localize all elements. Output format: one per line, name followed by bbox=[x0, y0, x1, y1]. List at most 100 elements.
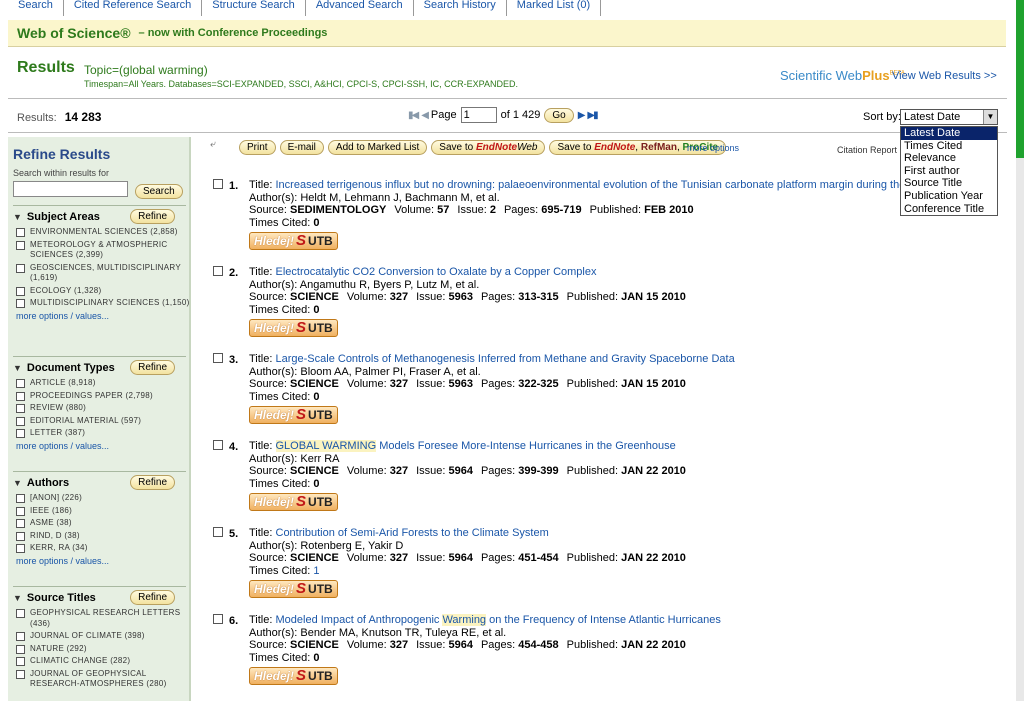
record-checkbox[interactable] bbox=[213, 440, 223, 450]
tab-cited-reference-search[interactable]: Cited Reference Search bbox=[62, 0, 203, 16]
hledej-utb-button[interactable]: Hledej! S UTB bbox=[249, 232, 338, 250]
checkbox[interactable] bbox=[16, 299, 25, 308]
record-volume: 327 bbox=[389, 465, 409, 477]
record-checkbox[interactable] bbox=[213, 527, 223, 537]
add-to-marked-list-button[interactable]: Add to Marked List bbox=[327, 140, 428, 155]
last-page-icon[interactable]: ▶▮ bbox=[587, 110, 598, 121]
hledej-label: Hledej! bbox=[254, 233, 295, 248]
sort-option[interactable]: Latest Date bbox=[901, 127, 997, 140]
hledej-label: Hledej! bbox=[254, 494, 295, 509]
sort-option[interactable]: Relevance bbox=[901, 152, 997, 165]
more-options-link[interactable]: more options bbox=[687, 143, 739, 153]
record-source: SCIENCE bbox=[289, 291, 339, 303]
chevron-down-icon[interactable]: ▼ bbox=[983, 110, 997, 124]
email-button[interactable]: E-mail bbox=[279, 140, 324, 155]
tab-advanced-search[interactable]: Advanced Search bbox=[304, 0, 414, 16]
section-title: Document Types bbox=[26, 361, 115, 374]
checkbox[interactable] bbox=[16, 632, 25, 641]
view-web-results-link[interactable]: View Web Results >> bbox=[892, 70, 997, 82]
record-checkbox[interactable] bbox=[213, 266, 223, 276]
webplus-logo[interactable]: Scientific WebPlusBETA bbox=[780, 68, 905, 83]
save-to-endnote-web-button[interactable]: Save to EndNoteWeb bbox=[431, 140, 546, 155]
checkbox[interactable] bbox=[16, 506, 25, 516]
tab-search-history[interactable]: Search History bbox=[412, 0, 507, 16]
tab-structure-search[interactable]: Structure Search bbox=[201, 0, 306, 16]
citation-report-link[interactable]: Citation Report bbox=[837, 145, 897, 155]
checkbox[interactable] bbox=[16, 240, 25, 250]
item-label: JOURNAL OF GEOPHYSICAL RESEARCH-ATMOSPHE… bbox=[30, 668, 167, 689]
record-times-cited[interactable]: 1 bbox=[313, 565, 319, 577]
sort-option[interactable]: Publication Year bbox=[901, 190, 997, 203]
checkbox[interactable] bbox=[16, 644, 25, 654]
more-options-link[interactable]: more options / values... bbox=[8, 441, 189, 451]
authors-label: Author(s): bbox=[249, 452, 298, 465]
record-number: 1. bbox=[229, 180, 239, 192]
checkbox[interactable] bbox=[16, 379, 25, 388]
record-title-link[interactable]: Modeled Impact of Anthropogenic Warming … bbox=[276, 614, 721, 626]
product-tagline: – now with Conference Proceedings bbox=[138, 27, 328, 39]
record-title-link[interactable]: Electrocatalytic CO2 Conversion to Oxala… bbox=[276, 266, 597, 278]
checkbox[interactable] bbox=[16, 391, 25, 401]
checkbox[interactable] bbox=[16, 519, 25, 528]
hledej-utb-button[interactable]: Hledej! S UTB bbox=[249, 319, 338, 337]
record-checkbox[interactable] bbox=[213, 353, 223, 363]
checkbox[interactable] bbox=[16, 669, 25, 679]
hledej-utb-button[interactable]: Hledej! S UTB bbox=[249, 580, 338, 598]
refine-button[interactable]: Refine bbox=[130, 475, 175, 490]
checkbox[interactable] bbox=[16, 228, 25, 237]
sort-option[interactable]: Times Cited bbox=[901, 140, 997, 153]
title-highlight: Warming bbox=[442, 614, 487, 626]
more-options-link[interactable]: more options / values... bbox=[8, 311, 189, 321]
record-checkbox[interactable] bbox=[213, 179, 223, 189]
record-title-link[interactable]: Contribution of Semi-Arid Forests to the… bbox=[276, 527, 549, 539]
tab-search[interactable]: Search bbox=[8, 0, 64, 16]
checkbox[interactable] bbox=[16, 416, 25, 426]
collapse-triangle-icon[interactable]: ▼ bbox=[13, 593, 22, 603]
first-page-icon[interactable]: ▮◀ bbox=[408, 110, 419, 121]
next-page-icon[interactable]: ▶ bbox=[578, 110, 586, 121]
list-item: ECOLOGY (1,328) bbox=[8, 286, 189, 297]
divider bbox=[13, 356, 186, 357]
record-title-link[interactable]: GLOBAL WARMING Models Foresee More-Inten… bbox=[275, 440, 676, 452]
record-title-link[interactable]: Large-Scale Controls of Methanogenesis I… bbox=[276, 353, 735, 365]
sort-option[interactable]: First author bbox=[901, 165, 997, 178]
published-label: Published: bbox=[566, 552, 619, 564]
checkbox[interactable] bbox=[16, 263, 25, 273]
collapse-triangle-icon[interactable]: ▼ bbox=[13, 478, 22, 488]
endnote-label: EndNote bbox=[475, 142, 518, 153]
checkbox[interactable] bbox=[16, 286, 25, 296]
more-options-link[interactable]: more options / values... bbox=[8, 556, 189, 566]
hledej-utb-button[interactable]: Hledej! S UTB bbox=[249, 667, 338, 685]
checkbox[interactable] bbox=[16, 544, 25, 553]
collapse-triangle-icon[interactable]: ▼ bbox=[13, 212, 22, 222]
print-button[interactable]: Print bbox=[239, 140, 276, 155]
go-button[interactable]: Go bbox=[544, 107, 574, 123]
refine-button[interactable]: Refine bbox=[130, 360, 175, 375]
sort-option[interactable]: Conference Title bbox=[901, 203, 997, 216]
page-input[interactable] bbox=[460, 107, 497, 123]
checkbox[interactable] bbox=[16, 494, 25, 503]
checkbox[interactable] bbox=[16, 429, 25, 438]
collapse-triangle-icon[interactable]: ▼ bbox=[13, 363, 22, 373]
published-label: Published: bbox=[566, 291, 619, 303]
search-within-button[interactable]: Search bbox=[135, 184, 183, 199]
sort-select[interactable]: Latest Date ▼ bbox=[900, 109, 998, 125]
hledej-utb-button[interactable]: Hledej! S UTB bbox=[249, 493, 338, 511]
refine-button[interactable]: Refine bbox=[130, 209, 175, 224]
issue-label: Issue: bbox=[416, 465, 446, 477]
tab-marked-list[interactable]: Marked List (0) bbox=[505, 0, 602, 16]
prev-page-icon[interactable]: ◀ bbox=[421, 110, 429, 121]
checkbox[interactable] bbox=[16, 657, 25, 666]
hledej-utb-button[interactable]: Hledej! S UTB bbox=[249, 406, 338, 424]
checkbox[interactable] bbox=[16, 609, 25, 618]
refine-button[interactable]: Refine bbox=[130, 590, 175, 605]
checkbox[interactable] bbox=[16, 531, 25, 541]
record-checkbox[interactable] bbox=[213, 614, 223, 624]
record-title-link[interactable]: Increased terrigenous influx but no drow… bbox=[276, 179, 915, 191]
checkbox[interactable] bbox=[16, 404, 25, 413]
search-within-input[interactable] bbox=[13, 181, 128, 197]
times-cited-label: Times Cited: bbox=[249, 651, 311, 664]
search-within-label: Search within results for bbox=[13, 168, 110, 178]
sort-option[interactable]: Source Title bbox=[901, 177, 997, 190]
window-scrollbar[interactable] bbox=[1016, 0, 1024, 701]
